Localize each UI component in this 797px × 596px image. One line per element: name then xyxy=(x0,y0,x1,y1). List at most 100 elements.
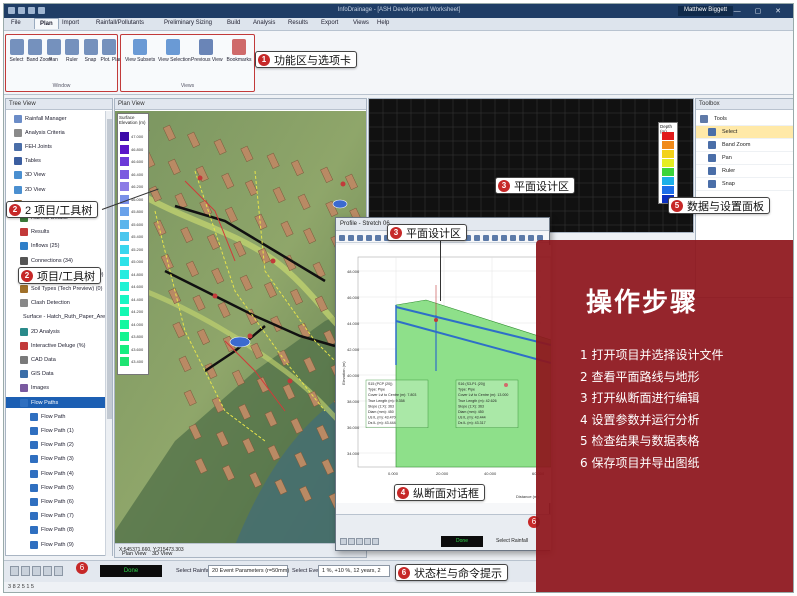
tree-item[interactable]: Flow Path (8) xyxy=(6,525,106,536)
dropdown-icon[interactable] xyxy=(38,7,45,14)
project-tree[interactable]: Rainfall Manager Analysis Criteria FEH Joi… xyxy=(6,111,106,556)
first-icon[interactable] xyxy=(10,566,19,576)
tree-item[interactable]: Flow Path (6) xyxy=(6,496,106,507)
tree-item[interactable]: Flow Path (5) xyxy=(6,482,106,493)
tool-item-pan[interactable]: Pan xyxy=(696,152,793,165)
tree-item-icon xyxy=(30,441,38,450)
tree-item[interactable]: Flow Path xyxy=(6,411,106,422)
profile-tool-icon[interactable] xyxy=(474,235,480,241)
ribbon-button-view-subsets[interactable]: View Subsets xyxy=(125,37,155,69)
next-icon[interactable] xyxy=(43,566,52,576)
tree-item[interactable]: Flow Path (9) xyxy=(6,539,106,550)
profile-tool-icon[interactable] xyxy=(492,235,498,241)
tab-plan[interactable]: Plan xyxy=(34,18,59,29)
profile-tool-icon[interactable] xyxy=(348,235,354,241)
pipe-info-line: Ds IL (m): 43.444 xyxy=(368,421,396,425)
tree-item[interactable]: Flow Path (7) xyxy=(6,511,106,522)
tab-build[interactable]: Build xyxy=(227,20,240,26)
tree-item[interactable]: Clash Detection xyxy=(6,298,106,309)
legend-value: 46.200 xyxy=(131,184,144,189)
tree-item[interactable]: Tables xyxy=(6,156,106,167)
terrain-map[interactable] xyxy=(115,111,367,545)
tree-item[interactable]: Flow Path (2) xyxy=(6,440,106,451)
ribbon-button-snap[interactable]: Snap xyxy=(82,37,99,69)
ribbon-button-previous-view[interactable]: Previous View xyxy=(191,37,223,69)
rainfall-select[interactable]: 20 Event Parameters (r=50mm) xyxy=(208,565,289,577)
tree-item-icon xyxy=(30,540,38,549)
redo-icon[interactable] xyxy=(28,7,35,14)
legend-swatch xyxy=(120,294,129,304)
tree-scrollbar[interactable] xyxy=(105,111,112,556)
tab-file[interactable]: File xyxy=(11,20,21,26)
tool-item-snap[interactable]: Snap xyxy=(696,178,793,191)
tab-3d-view[interactable]: 3D View xyxy=(152,551,172,557)
tree-item[interactable]: 2D Analysis xyxy=(6,326,106,337)
ribbon-button-plot-plan[interactable]: Plot. Plan xyxy=(101,37,122,69)
tree-item[interactable]: Images xyxy=(6,383,106,394)
tool-item-band-zoom[interactable]: Band Zoom xyxy=(696,139,793,152)
user-account-button[interactable]: Matthew Biggett xyxy=(677,6,733,16)
tree-item[interactable]: Rainfall Manager xyxy=(6,113,106,124)
tree-item[interactable]: 2D View xyxy=(6,184,106,195)
tab-plan-view[interactable]: Plan View xyxy=(122,551,146,557)
profile-tool-icon[interactable] xyxy=(528,235,534,241)
tool-item-select[interactable]: Select xyxy=(696,126,793,139)
tree-item[interactable]: Interactive Deluge (%) xyxy=(6,340,106,351)
profile-y-label: Elevation (m) xyxy=(341,361,346,385)
ribbon-button-select[interactable]: Select xyxy=(8,37,25,69)
play-icon[interactable] xyxy=(32,566,41,576)
profile-tool-icon[interactable] xyxy=(366,235,372,241)
profile-tool-icon[interactable] xyxy=(510,235,516,241)
pipe-info-line: Us IL (m): 43.470 xyxy=(368,416,396,420)
tree-item[interactable]: FEH Joints xyxy=(6,141,106,152)
tree-item[interactable]: Analysis Criteria xyxy=(6,127,106,138)
tool-item-ruler[interactable]: Ruler xyxy=(696,165,793,178)
profile-chart[interactable]: Elevation (m) 48.000 46.000 44.000 42.000 40… xyxy=(336,245,643,503)
tab-results[interactable]: Results xyxy=(288,20,308,26)
profile-playback-controls[interactable] xyxy=(340,537,440,547)
tree-item[interactable]: Flow Path (1) xyxy=(6,425,106,436)
profile-tool-icon[interactable] xyxy=(339,235,345,241)
quick-access-toolbar[interactable] xyxy=(8,7,68,15)
tree-item[interactable]: Flow Path (4) xyxy=(6,468,106,479)
tree-item[interactable]: Results xyxy=(6,227,106,238)
tab-preliminary-sizing[interactable]: Preliminary Sizing xyxy=(164,20,212,26)
tree-item[interactable]: Soil Types (Tech Preview) (0) xyxy=(6,283,106,294)
tree-item[interactable]: CAD Data xyxy=(6,354,106,365)
map-canvas[interactable]: Surface Elevation (m) 47.000 46.800 46.600… xyxy=(115,111,367,545)
save-icon[interactable] xyxy=(8,7,15,14)
profile-tool-icon[interactable] xyxy=(375,235,381,241)
profile-tool-icon[interactable] xyxy=(483,235,489,241)
prev-icon[interactable] xyxy=(21,566,30,576)
tab-rainfall-pollutants[interactable]: Rainfall/Pollutants xyxy=(96,20,144,26)
tab-views[interactable]: Views xyxy=(353,20,369,26)
ribbon-button-band-zoom[interactable]: Band Zoom xyxy=(27,37,52,69)
tree-item[interactable]: Flow Paths xyxy=(6,397,106,408)
profile-tool-icon[interactable] xyxy=(501,235,507,241)
tree-item[interactable]: Connections (34) xyxy=(6,255,106,266)
tab-analysis[interactable]: Analysis xyxy=(253,20,275,26)
ribbon-button-view-selection[interactable]: View Selection xyxy=(158,37,191,69)
ribbon-button-bookmarks[interactable]: Bookmarks xyxy=(224,37,254,69)
profile-tool-icon[interactable] xyxy=(357,235,363,241)
tree-item[interactable]: Flow Path (3) xyxy=(6,454,106,465)
tree-item[interactable]: GIS Data xyxy=(6,369,106,380)
tree-item[interactable]: Inflows (25) xyxy=(6,241,106,252)
tree-item[interactable]: 3D View xyxy=(6,170,106,181)
undo-icon[interactable] xyxy=(18,7,25,14)
tab-export[interactable]: Export xyxy=(321,20,338,26)
ribbon-button-pan[interactable]: Pan xyxy=(45,37,62,69)
tab-help[interactable]: Help xyxy=(377,20,389,26)
event-select[interactable]: 1 %, +10 %, 12 years, 2 xyxy=(318,565,390,577)
tree-item-icon xyxy=(14,157,22,166)
tree-item[interactable]: Surface - Hatch_Ruth_Paper_Area xyxy=(6,312,106,323)
last-icon[interactable] xyxy=(54,566,63,576)
profile-plot[interactable]: Elevation (m) 48.000 46.000 44.000 42.000 40… xyxy=(336,245,643,503)
tab-import[interactable]: Import xyxy=(62,20,79,26)
window-controls[interactable]: — ▢ ✕ xyxy=(734,7,787,15)
ribbon-button-ruler[interactable]: Ruler xyxy=(64,37,81,69)
profile-tool-icon[interactable] xyxy=(519,235,525,241)
grid-view[interactable] xyxy=(368,98,694,233)
ribbon-tool-icon xyxy=(65,39,79,55)
tool-item-tools[interactable]: Tools xyxy=(696,113,793,126)
